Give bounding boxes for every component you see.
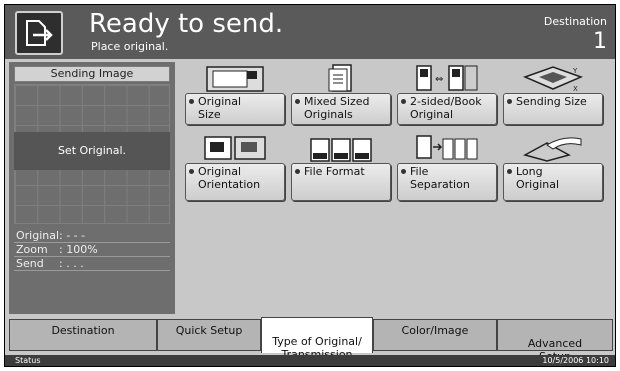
tab-type-of-original[interactable]: Type of Original/ Transmission (261, 317, 373, 361)
status-button[interactable]: Status (15, 355, 41, 366)
sending-image-title: Sending Image (14, 66, 170, 82)
original-orientation-button[interactable]: Original Orientation (185, 163, 285, 201)
button-label: Original Size (198, 95, 242, 121)
bullet-icon (401, 169, 406, 174)
sending-size-button[interactable]: Sending Size (503, 93, 603, 125)
info-value: : 100% (59, 243, 98, 256)
long-original-function: Long Original (503, 133, 603, 205)
two-sided-book-icon: ⇔ (416, 65, 478, 91)
sending-size-function: Y X Sending Size (503, 63, 603, 135)
file-separation-button[interactable]: File Separation (397, 163, 497, 201)
original-orientation-function: Original Orientation (185, 133, 285, 205)
button-label: Mixed Sized Originals (304, 95, 370, 121)
file-format-icon (310, 138, 372, 162)
info-key: Zoom (16, 243, 48, 256)
original-orientation-icon (204, 136, 266, 160)
file-format-button[interactable]: File Format (291, 163, 391, 201)
original-size-icon (206, 66, 264, 92)
sending-image-panel: Sending Image Set Original. Original : -… (9, 62, 175, 314)
mixed-sized-originals-icon (328, 64, 352, 92)
info-value: : - - - (59, 229, 86, 242)
mixed-sized-originals-function: Mixed Sized Originals (291, 63, 391, 135)
button-label: 2-sided/Book Original (410, 95, 482, 121)
original-size-button[interactable]: Original Size (185, 93, 285, 125)
bullet-icon (401, 99, 406, 104)
status-subtitle: Place original. (91, 40, 169, 53)
info-value: : . . . (59, 257, 84, 270)
tab-label: Destination (51, 324, 115, 337)
bullet-icon (507, 99, 512, 104)
bullet-icon (507, 169, 512, 174)
bullet-icon (189, 99, 194, 104)
sending-size-icon: Y X (522, 66, 584, 93)
long-original-icon (523, 137, 582, 162)
tab-label: Quick Setup (175, 324, 243, 337)
info-send: Send : . . . (14, 257, 170, 271)
status-title: Ready to send. (89, 9, 284, 39)
tab-destination[interactable]: Destination (9, 319, 157, 351)
button-label: Sending Size (516, 95, 587, 108)
button-label: Original Orientation (198, 165, 261, 191)
destination-label: Destination (543, 15, 607, 28)
mixed-sized-originals-button[interactable]: Mixed Sized Originals (291, 93, 391, 125)
button-label: File Separation (410, 165, 470, 191)
button-label: File Format (304, 165, 365, 178)
header-bar: Ready to send. Place original. Destinati… (5, 5, 615, 59)
button-label: Long Original (516, 165, 560, 191)
tab-bar: Destination Quick Setup Type of Original… (9, 317, 613, 363)
file-separation-icon (416, 135, 478, 160)
file-format-function: File Format (291, 133, 391, 205)
tab-label: Color/Image (401, 324, 469, 337)
original-size-function: Original Size (185, 63, 285, 135)
svg-text:Y: Y (572, 67, 578, 75)
status-bar: Status 10/5/2006 10:10 (5, 355, 615, 366)
bullet-icon (295, 169, 300, 174)
info-zoom: Zoom : 100% (14, 243, 170, 257)
send-icon (15, 11, 63, 55)
info-key: Send (16, 257, 44, 270)
file-separation-function: File Separation (397, 133, 497, 205)
tab-color-image[interactable]: Color/Image (373, 319, 497, 351)
info-key: Original (16, 229, 60, 242)
svg-text:X: X (573, 85, 578, 93)
tab-quick-setup[interactable]: Quick Setup (157, 319, 261, 351)
bullet-icon (189, 169, 194, 174)
preview-message: Set Original. (57, 144, 127, 157)
long-original-button[interactable]: Long Original (503, 163, 603, 201)
destination-count[interactable]: 1 (593, 29, 607, 55)
status-datetime: 10/5/2006 10:10 (542, 356, 609, 365)
bullet-icon (295, 99, 300, 104)
info-original: Original : - - - (14, 229, 170, 243)
two-sided-book-function: ⇔ 2-sided/Book Original (397, 63, 497, 135)
panel-screen: Ready to send. Place original. Destinati… (4, 4, 616, 367)
tab-advanced-setup[interactable]: Advanced Setup (497, 319, 613, 363)
two-sided-book-button[interactable]: 2-sided/Book Original (397, 93, 497, 125)
svg-text:⇔: ⇔ (435, 74, 443, 85)
